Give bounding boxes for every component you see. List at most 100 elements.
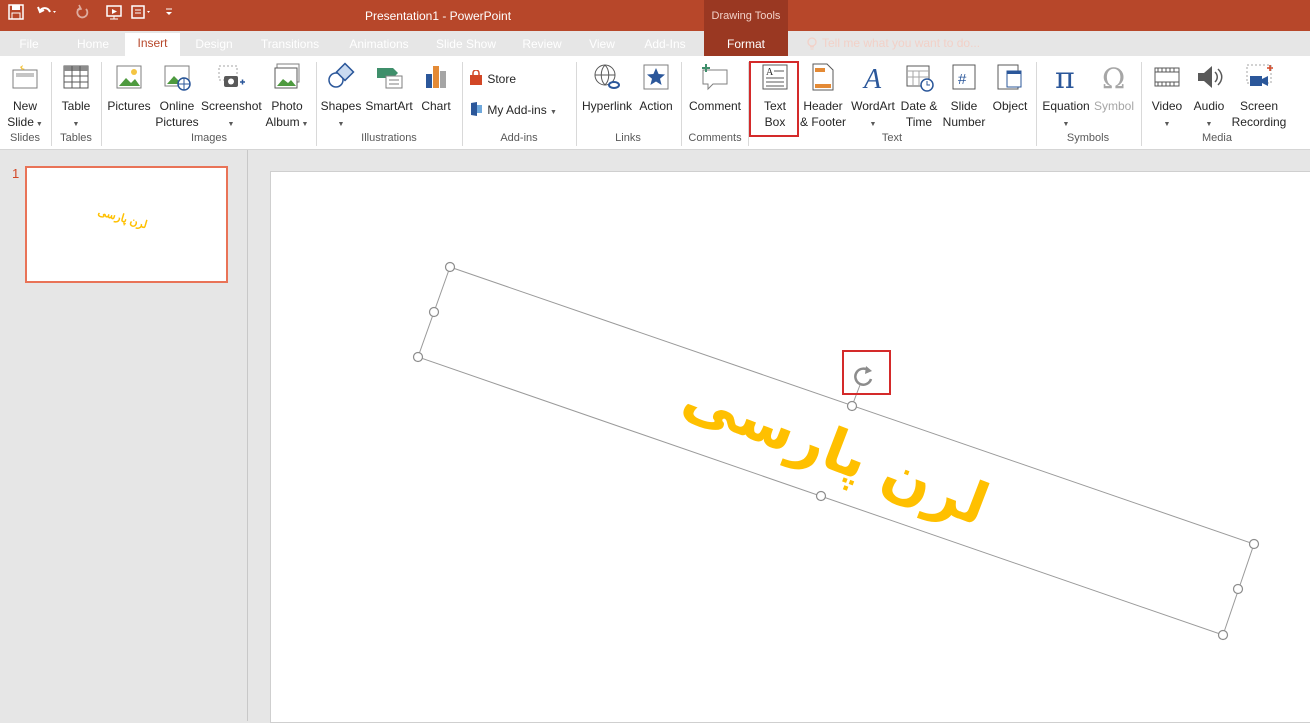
separator (316, 62, 317, 146)
chart-button[interactable]: Chart (416, 62, 456, 114)
smartart-label: SmartArt (365, 99, 413, 113)
smartart-button[interactable]: SmartArt (363, 62, 415, 114)
header-footer-label: Header (803, 99, 843, 113)
dropdown-caret-icon: ▼ (550, 109, 557, 117)
tab-design[interactable]: Design (188, 36, 240, 56)
comment-button[interactable]: Comment (686, 62, 744, 114)
online-pictures-button[interactable]: Online Pictures (154, 62, 200, 130)
video-label: Video (1151, 99, 1183, 113)
resize-handle[interactable] (846, 400, 858, 412)
header-footer-label-2: & Footer (799, 115, 847, 129)
online-pictures-label-2: Pictures (155, 115, 199, 129)
dropdown-caret-icon: ▼ (72, 121, 80, 128)
symbol-button[interactable]: Ω Symbol (1092, 62, 1136, 114)
date-time-label-2: Time (905, 115, 933, 129)
audio-button[interactable]: Audio ▼ (1189, 62, 1229, 133)
shapes-label: Shapes (320, 99, 362, 113)
tab-format[interactable]: Format (710, 36, 782, 56)
resize-handle[interactable] (1232, 583, 1244, 595)
dropdown-caret-icon: ▼ (337, 121, 345, 128)
resize-handle[interactable] (428, 306, 440, 318)
audio-label: Audio (1193, 99, 1225, 113)
equation-button[interactable]: π Equation ▼ (1040, 61, 1092, 133)
table-label: Table (61, 99, 91, 113)
resize-handle[interactable] (1217, 629, 1229, 641)
table-icon (55, 62, 97, 96)
lightbulb-icon (806, 37, 818, 54)
resize-handle[interactable] (815, 490, 827, 502)
pictures-button[interactable]: Pictures (106, 62, 152, 114)
photo-album-label: Photo (271, 99, 303, 113)
online-pictures-label: Online (159, 99, 195, 113)
tab-review[interactable]: Review (514, 36, 570, 56)
date-time-button[interactable]: Date & Time (898, 62, 940, 130)
resize-handle[interactable] (444, 261, 456, 273)
dropdown-caret-icon: ▼ (299, 121, 309, 128)
dropdown-caret-icon: ▼ (33, 121, 43, 128)
separator (576, 62, 577, 146)
comment-icon (686, 62, 744, 96)
chart-icon (416, 62, 456, 96)
video-button[interactable]: Video ▼ (1146, 62, 1188, 133)
slide-number-icon: # (940, 62, 988, 96)
my-addins-label: My Add-ins (487, 103, 547, 118)
tab-animations[interactable]: Animations (340, 36, 418, 56)
screen-recording-button[interactable]: Screen Recording (1230, 62, 1288, 130)
hyperlink-label: Hyperlink (581, 99, 632, 113)
tab-transitions[interactable]: Transitions (252, 36, 328, 56)
group-label-symbols: Symbols (1066, 132, 1110, 144)
screen-recording-icon (1230, 62, 1288, 96)
picture-icon (106, 62, 152, 96)
tell-me-search[interactable]: Tell me what you want to do... (822, 36, 980, 50)
screen-recording-label: Screen (1239, 99, 1279, 113)
group-label-media: Media (1202, 132, 1232, 144)
tab-slide-show[interactable]: Slide Show (430, 36, 502, 56)
group-label-illustrations: Illustrations (361, 132, 417, 144)
photo-album-label-2: Album (265, 115, 300, 129)
tab-insert[interactable]: Insert (125, 33, 180, 56)
date-time-label: Date & (900, 99, 938, 113)
wordart-label: WordArt (851, 99, 895, 113)
table-button[interactable]: Table ▼ (55, 62, 97, 133)
slide-number-label-2: Number (942, 115, 986, 129)
group-label-add-ins: Add-ins (500, 132, 538, 144)
svg-text:Ω: Ω (1102, 62, 1125, 92)
separator (462, 62, 463, 146)
wordart-button[interactable]: A WordArt ▼ (849, 62, 897, 133)
screen-recording-label-2: Recording (1231, 115, 1287, 129)
tab-view[interactable]: View (582, 36, 622, 56)
photo-album-button[interactable]: Photo Album ▼ (264, 62, 310, 133)
svg-text:#: # (958, 71, 967, 88)
shapes-button[interactable]: Shapes ▼ (320, 62, 362, 133)
smartart-icon (363, 62, 415, 96)
resize-handle[interactable] (1248, 538, 1260, 550)
slide-number-label: Slide (950, 99, 978, 113)
object-icon (989, 62, 1031, 96)
calendar-icon (898, 62, 940, 96)
store-button[interactable]: Store (468, 69, 558, 90)
dropdown-caret-icon: ▼ (1062, 121, 1070, 128)
new-slide-button[interactable]: New Slide ▼ (4, 62, 46, 133)
separator (101, 62, 102, 146)
tab-file[interactable]: File (10, 36, 48, 56)
slide-number-button[interactable]: # Slide Number (940, 62, 988, 130)
action-button[interactable]: Action (636, 62, 676, 114)
dropdown-caret-icon: ▼ (1163, 121, 1171, 128)
tab-add-ins[interactable]: Add-Ins (634, 36, 696, 56)
my-addins-button[interactable]: My Add-ins ▼ (468, 101, 570, 121)
separator (1036, 62, 1037, 146)
group-label-slides: Slides (10, 132, 40, 144)
dropdown-caret-icon: ▼ (869, 121, 877, 128)
action-label: Action (639, 99, 673, 113)
hyperlink-button[interactable]: Hyperlink (580, 62, 634, 114)
group-label-comments: Comments (688, 132, 742, 144)
object-button[interactable]: Object (989, 62, 1031, 114)
tab-home[interactable]: Home (68, 36, 118, 56)
dropdown-caret-icon: ▼ (227, 121, 235, 128)
svg-text:π: π (1055, 62, 1075, 92)
action-star-icon (636, 62, 676, 96)
header-footer-button[interactable]: Header & Footer (798, 62, 848, 130)
resize-handle[interactable] (412, 351, 424, 363)
screenshot-button[interactable]: Screenshot ▼ (201, 62, 262, 133)
chart-label: Chart (421, 99, 451, 113)
